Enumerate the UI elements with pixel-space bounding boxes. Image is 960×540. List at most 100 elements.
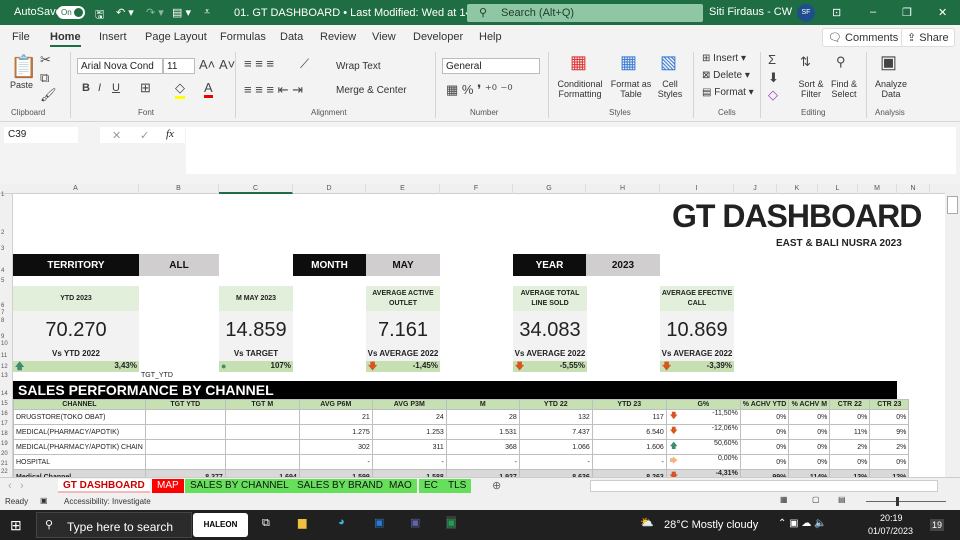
next-sheet-icon[interactable]: › [20,480,24,492]
table-cell[interactable] [224,439,300,455]
sheet-tab[interactable]: TLS [443,479,472,493]
find-icon[interactable]: ⚲ [836,54,846,70]
autosave-toggle[interactable]: On [57,6,85,19]
month-select[interactable]: MAY [366,254,440,276]
sheet-tab[interactable]: EC [419,479,443,493]
find-select-button[interactable]: Find & Select [828,79,860,99]
column-header-F[interactable]: F [440,184,513,194]
decrease-font-icon[interactable]: A˅ [219,57,235,72]
table-cell[interactable]: 2% [829,439,871,455]
table-cell[interactable]: 302 [298,439,373,455]
column-header[interactable]: YTD 23 [591,399,667,410]
sheet-tab[interactable]: SALES BY BRAND [292,479,388,493]
row-header-16[interactable]: 16 [0,411,12,417]
row-header-22[interactable]: 22 [0,469,12,475]
row-header-15[interactable]: 15 [0,401,12,407]
table-cell[interactable]: 9% [869,424,910,440]
tab-help[interactable]: Help [479,31,502,43]
column-header[interactable]: AVG P6M [298,399,373,410]
table-cell[interactable]: 0% [739,409,790,425]
macro-icon[interactable]: ▣ [40,496,48,505]
sheet-tab[interactable]: MAP [152,479,184,493]
clock-date[interactable]: 01/07/2023 [868,526,913,536]
underline-icon[interactable]: U [112,82,120,94]
table-cell[interactable]: 🡇 -11,50% [665,409,741,425]
row-header-17[interactable]: 17 [0,421,12,427]
column-header-I[interactable]: I [660,184,734,194]
table-cell[interactable]: 11% [829,424,871,440]
column-header[interactable]: M [445,399,520,410]
customize-qat-icon[interactable]: ⩡ [204,6,210,19]
table-cell[interactable]: 2% [869,439,910,455]
page-break-view-icon[interactable]: ▤ [838,495,846,504]
table-cell[interactable]: 7.437 [518,424,593,440]
table-cell[interactable]: 21 [298,409,373,425]
table-cell[interactable]: 1.606 [591,439,667,455]
font-name-select[interactable]: Arial Nova Cond [77,58,163,74]
column-header[interactable]: AVG P3M [371,399,447,410]
column-header[interactable]: TGT YTD [144,399,226,410]
table-cell[interactable]: 368 [445,439,520,455]
table-cell[interactable]: 0% [788,454,831,470]
row-header-4[interactable]: 4 [0,268,12,274]
tab-review[interactable]: Review [320,31,356,43]
tab-formulas[interactable]: Formulas [220,31,266,43]
row-header-20[interactable]: 20 [0,451,12,457]
table-cell[interactable] [224,409,300,425]
delete-cells-button[interactable]: ⊠ Delete ▾ [702,70,750,81]
table-cell[interactable]: 117 [591,409,667,425]
row-header-18[interactable]: 18 [0,431,12,437]
table-cell[interactable]: DRUGSTORE(TOKO OBAT) [13,409,146,425]
year-select[interactable]: 2023 [586,254,660,276]
system-tray-icons[interactable]: ⌃ ▣ ☁ 🔈 [778,518,827,529]
bold-icon[interactable]: B [82,82,90,94]
undo-icon[interactable]: ↶ ▾ [116,6,134,19]
horizontal-scrollbar[interactable] [590,480,938,492]
table-cell[interactable]: 1.066 [518,439,593,455]
tab-file[interactable]: File [12,31,30,43]
column-header[interactable]: CHANNEL [13,399,146,410]
orientation-icon[interactable]: ⟋ [300,56,309,72]
cut-icon[interactable]: ✂ [40,52,51,68]
column-header[interactable]: YTD 22 [518,399,593,410]
row-header-11[interactable]: 11 [0,353,12,359]
increase-font-icon[interactable]: A˄ [199,57,215,72]
align-top-icon[interactable]: ≡ ≡ ≡ [244,56,274,71]
search-box[interactable]: ⚲ Search (Alt+Q) [467,4,703,22]
excel-icon[interactable]: ▣ [446,516,457,529]
tab-page-layout[interactable]: Page Layout [145,31,207,43]
row-header-13[interactable]: 13 [0,373,12,379]
table-cell[interactable]: 0% [829,409,871,425]
table-cell[interactable] [144,439,226,455]
format-table-icon[interactable]: ▦ [620,52,637,73]
column-header-G[interactable]: G [513,184,586,194]
table-cell[interactable]: 0% [869,409,910,425]
territory-select[interactable]: ALL [139,254,219,276]
sort-filter-button[interactable]: Sort & Filter [796,79,826,99]
row-header-5[interactable]: 5 [0,278,12,284]
format-cells-button[interactable]: ▤ Format ▾ [702,87,754,98]
accessibility-status[interactable]: Accessibility: Investigate [64,497,151,506]
format-as-table-button[interactable]: Format as Table [610,79,652,99]
table-cell[interactable]: 6.540 [591,424,667,440]
table-cell[interactable]: - [298,454,373,470]
formula-input[interactable] [186,127,956,174]
table-cell[interactable]: 0% [829,454,871,470]
column-header-L[interactable]: L [818,184,858,194]
ribbon-display-icon[interactable]: ⊡ [832,6,841,19]
share-button[interactable]: ⇪ Share [901,28,955,47]
sort-filter-icon[interactable]: ⇅ [800,54,811,70]
row-header-1[interactable]: 1 [0,192,12,198]
close-icon[interactable]: ✕ [938,6,947,19]
column-header-K[interactable]: K [777,184,818,194]
add-sheet-icon[interactable]: ⊕ [492,479,501,492]
table-cell[interactable]: 🡇 -12,06% [665,424,741,440]
table-cell[interactable]: MEDICAL(PHARMACY/APOTIK) CHAIN [13,439,146,455]
name-box[interactable]: C39 [4,127,78,143]
column-header[interactable]: CTR 22 [829,399,871,410]
table-cell[interactable]: 0% [869,454,910,470]
clock-time[interactable]: 20:19 [880,513,903,523]
quick-access-icon[interactable]: ▤ ▾ [172,6,191,19]
tab-insert[interactable]: Insert [99,31,127,43]
save-icon[interactable]: 🖫 [95,6,104,25]
